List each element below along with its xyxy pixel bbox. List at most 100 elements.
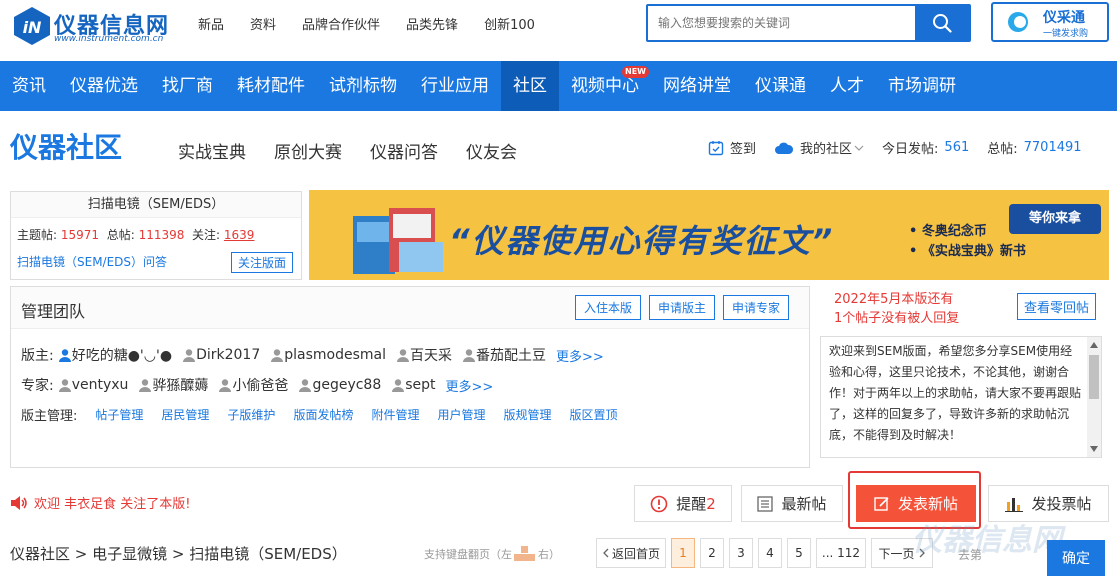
scroll-up-icon[interactable] <box>1087 339 1101 351</box>
keyboard-hint-prefix: 支持键盘翻页（左 <box>424 548 512 561</box>
admin-link-rules[interactable]: 版规管理 <box>503 406 551 423</box>
nav-video-center[interactable]: 视频中心 NEW <box>559 61 651 111</box>
admin-link-posts[interactable]: 帖子管理 <box>95 406 143 423</box>
scroll-thumb[interactable] <box>1089 355 1099 399</box>
expert[interactable]: ventyxu <box>58 377 128 393</box>
board-notice-text: 欢迎来到SEM版面，希望您多分享SEM使用经验和心得，这里只论技术，不论其他，谢… <box>829 344 1082 442</box>
page-2[interactable]: 2 <box>700 538 724 568</box>
speaker-icon <box>11 495 27 510</box>
board-stats: 主题帖: 15971 总帖: 111398 关注: 1639 <box>17 226 254 243</box>
remind-count: 2 <box>706 494 716 513</box>
board-info: 扫描电镜（SEM/EDS） 主题帖: 15971 总帖: 111398 关注: … <box>10 191 302 280</box>
remind-label: 提醒 <box>676 495 707 513</box>
goto-page-label: 去第 <box>958 548 983 562</box>
apply-moderator-button[interactable]: 申请版主 <box>648 295 715 320</box>
scroll-down-icon[interactable] <box>1087 443 1101 455</box>
page-4[interactable]: 4 <box>758 538 782 568</box>
follow-board-button[interactable]: 关注版面 <box>230 252 293 273</box>
nav-webinar[interactable]: 网络讲堂 <box>651 61 743 111</box>
essay-contest-banner[interactable]: “仪器使用心得有奖征文” • 冬奥纪念币 • 《实战宝典》新书 等你来拿 <box>309 190 1109 280</box>
new-badge: NEW <box>622 66 649 78</box>
site-logo[interactable]: iN 仪器信息网 www.instrument.com.cn <box>12 4 172 48</box>
apply-expert-button[interactable]: 申请专家 <box>722 295 789 320</box>
latest-posts-button[interactable]: 最新帖 <box>741 485 843 522</box>
admin-link-users[interactable]: 用户管理 <box>437 406 485 423</box>
top-link-resources[interactable]: 资料 <box>250 14 276 33</box>
expert[interactable]: sept <box>391 377 436 393</box>
remind-button[interactable]: 提醒 2 <box>634 485 732 522</box>
expert-name: sept <box>405 377 436 393</box>
yicaitong-button[interactable]: 仪采通 一键发求购 <box>991 2 1109 42</box>
page-5[interactable]: 5 <box>787 538 811 568</box>
top-link-pioneer[interactable]: 品类先锋 <box>406 14 458 33</box>
admin-link-subboard[interactable]: 子版维护 <box>227 406 275 423</box>
moderator-name: Dirk2017 <box>196 347 261 363</box>
top-link-new[interactable]: 新品 <box>198 14 224 33</box>
yicaitong-icon <box>1008 12 1028 32</box>
checkin-link[interactable]: 签到 <box>708 138 756 157</box>
banner-tag: 等你来拿 <box>1009 204 1101 234</box>
page-last[interactable]: ... 112 <box>816 538 866 568</box>
user-icon <box>58 379 71 392</box>
top-link-partners[interactable]: 品牌合作伙伴 <box>302 14 380 33</box>
moderator[interactable]: 百天采 <box>396 345 452 365</box>
first-page-button[interactable]: 返回首页 <box>596 538 666 568</box>
nav-find-vendor[interactable]: 找厂商 <box>150 61 225 111</box>
books-illustration-icon <box>353 208 443 274</box>
first-page-label: 返回首页 <box>611 546 660 561</box>
expert[interactable]: gegeyc88 <box>298 377 381 393</box>
experts-more-link[interactable]: 更多>> <box>446 376 494 395</box>
admin-link-pin[interactable]: 版区置顶 <box>570 406 618 423</box>
nav-news[interactable]: 资讯 <box>0 61 58 111</box>
follows-value[interactable]: 1639 <box>224 228 255 242</box>
view-zero-reply-button[interactable]: 查看零回帖 <box>1017 293 1097 320</box>
top-link-innovation[interactable]: 创新100 <box>484 14 535 33</box>
nav-market-research[interactable]: 市场调研 <box>876 61 968 111</box>
subnav-qa[interactable]: 仪器问答 <box>370 138 438 163</box>
management-header: 管理团队 入住本版 申请版主 申请专家 <box>11 287 809 329</box>
breadcrumb[interactable]: 仪器社区 > 电子显微镜 > 扫描电镜（SEM/EDS） <box>10 543 347 564</box>
nav-consumables[interactable]: 耗材配件 <box>225 61 317 111</box>
goto-confirm-button[interactable]: 确定 <box>1047 540 1105 576</box>
moderator[interactable]: Dirk2017 <box>182 347 260 363</box>
search-button[interactable] <box>915 6 969 40</box>
notice-scrollbar[interactable] <box>1087 337 1101 457</box>
top-header: iN 仪器信息网 www.instrument.com.cn 新品 资料 品牌合… <box>0 0 1117 61</box>
nav-applications[interactable]: 行业应用 <box>409 61 501 111</box>
arrow-keys-icon <box>514 546 535 561</box>
user-icon <box>392 379 405 392</box>
page-3[interactable]: 3 <box>729 538 753 568</box>
subnav-friends[interactable]: 仪友会 <box>466 138 517 163</box>
subnav-handbook[interactable]: 实战宝典 <box>178 138 246 163</box>
join-board-button[interactable]: 入住本版 <box>574 295 641 320</box>
user-icon <box>397 349 410 362</box>
moderators-more-link[interactable]: 更多>> <box>556 346 604 365</box>
expert[interactable]: 骅猻醾薅 <box>138 375 208 395</box>
moderator[interactable]: 好吃的糖●'◡'● <box>58 345 172 365</box>
moderator-name: 好吃的糖●'◡'● <box>71 348 173 364</box>
admin-link-attachments[interactable]: 附件管理 <box>371 406 419 423</box>
moderator[interactable]: plasmodesmal <box>270 347 386 363</box>
nav-community[interactable]: 社区 <box>501 61 559 111</box>
page-1[interactable]: 1 <box>671 538 695 568</box>
nav-instrument-select[interactable]: 仪器优选 <box>58 61 150 111</box>
community-title[interactable]: 仪器社区 <box>10 126 122 166</box>
nav-talent[interactable]: 人才 <box>818 61 876 111</box>
topics-value: 15971 <box>60 228 100 242</box>
search-input[interactable] <box>648 6 916 40</box>
management-team: 管理团队 入住本版 申请版主 申请专家 版主: 好吃的糖●'◡'● Dirk20… <box>10 286 810 468</box>
user-icon <box>271 349 284 362</box>
admin-link-rank[interactable]: 版面发帖榜 <box>293 406 353 423</box>
total-posts: 总帖: 7701491 <box>987 138 1081 157</box>
expert[interactable]: 小偷爸爸 <box>218 375 288 395</box>
topics-label: 主题帖: <box>17 228 58 242</box>
board-qa-link[interactable]: 扫描电镜（SEM/EDS）问答 <box>17 253 167 270</box>
moderator[interactable]: 番茄配土豆 <box>462 345 546 365</box>
admin-link-residents[interactable]: 居民管理 <box>161 406 209 423</box>
my-community-dropdown[interactable]: 我的社区 <box>774 138 864 157</box>
subnav-contest[interactable]: 原创大赛 <box>274 138 342 163</box>
zero-reply-line2: 1个帖子没有被人回复 <box>834 311 960 326</box>
nav-course[interactable]: 仪课通 <box>743 61 818 111</box>
nav-reagents[interactable]: 试剂标物 <box>317 61 409 111</box>
total-posts-value: 7701491 <box>1023 140 1082 155</box>
